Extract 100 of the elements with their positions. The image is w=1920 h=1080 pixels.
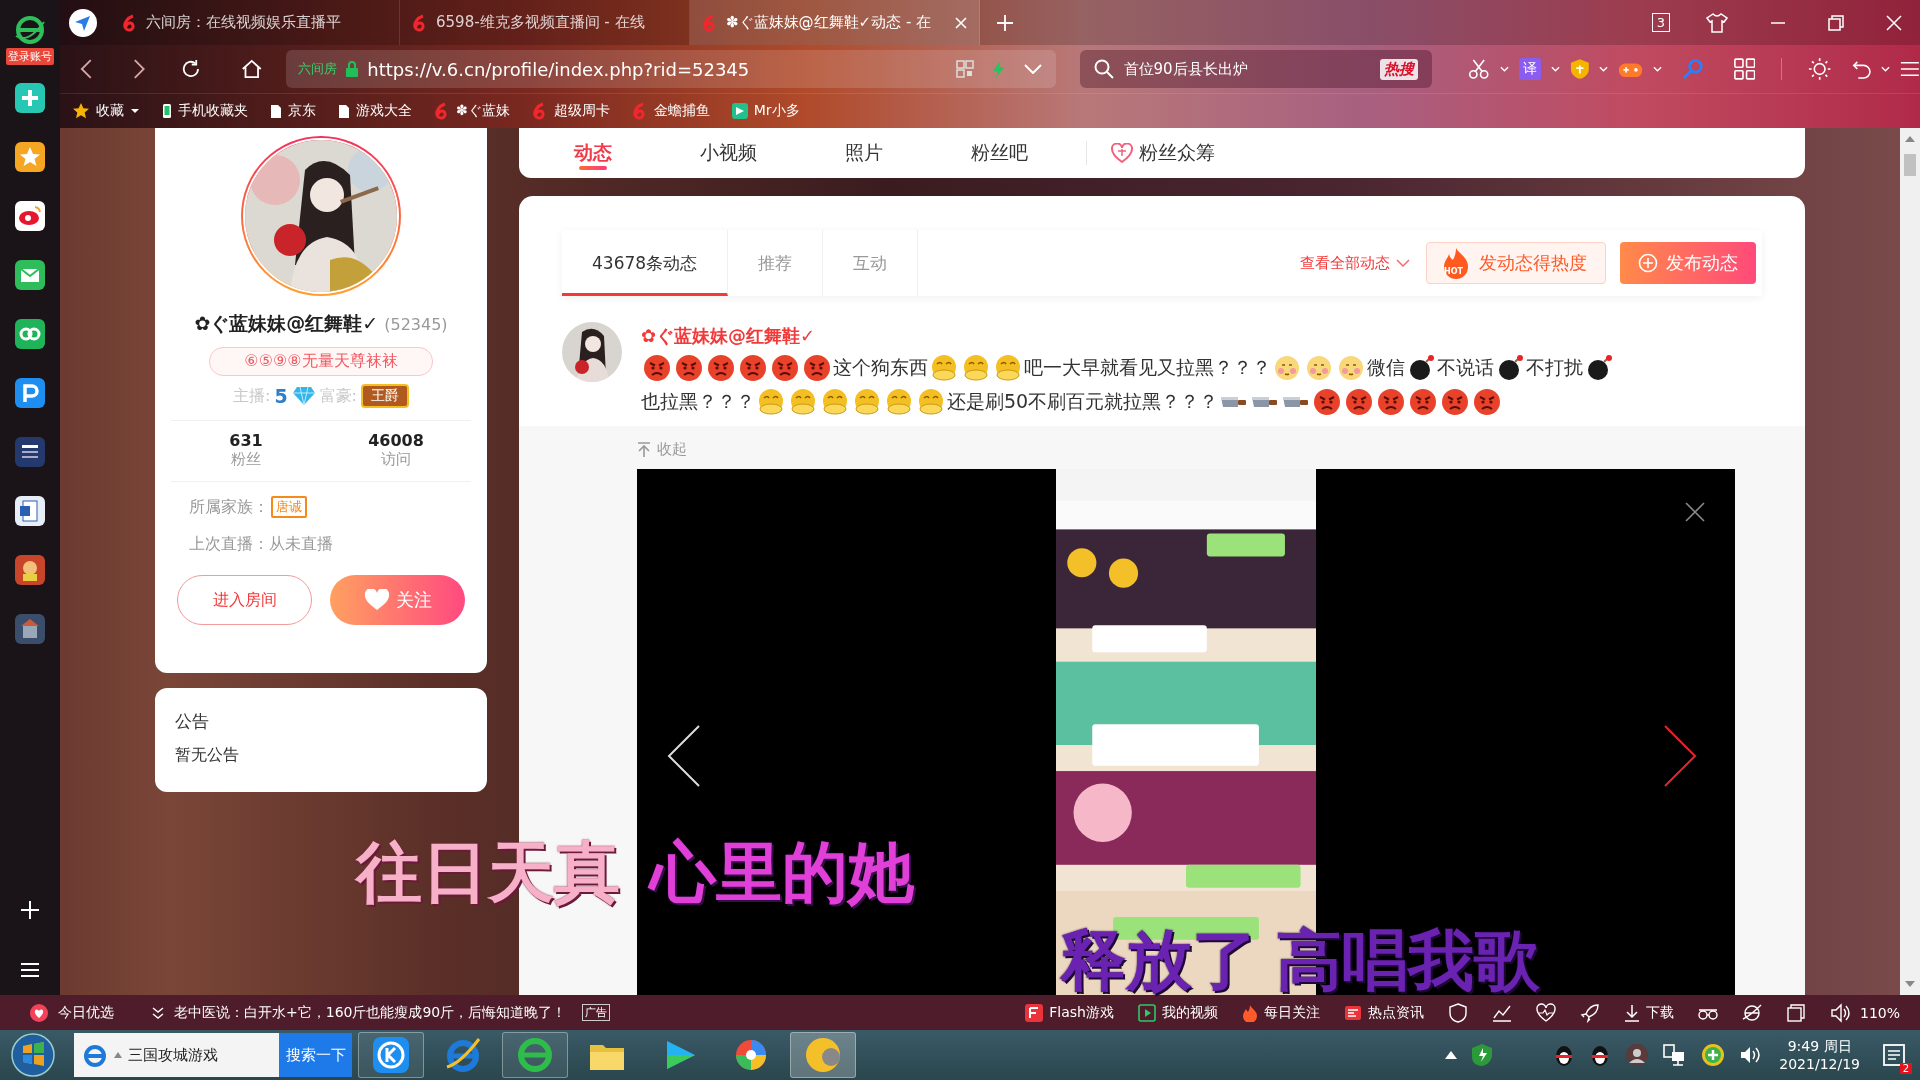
bookmark-item[interactable]: 手机收藏夹 [162, 102, 248, 120]
globe-browser-icon[interactable] [515, 1035, 555, 1075]
stat-value: 46008 [368, 431, 424, 450]
profile-nav-tab[interactable]: 粉丝吧 [971, 128, 1028, 178]
url-text[interactable]: https://v.6.cn/profile/index.php?rid=52345 [367, 58, 750, 80]
search-button[interactable]: 搜索一下 [279, 1033, 352, 1077]
profile-nav-tab[interactable]: 动态 [574, 128, 612, 178]
avatar-app-icon[interactable] [803, 1035, 843, 1075]
scroll-thumb[interactable] [1904, 154, 1916, 176]
status-link[interactable]: 每日关注 [1241, 1003, 1320, 1022]
back-icon[interactable] [80, 58, 93, 80]
avatar-icon[interactable] [1625, 1043, 1650, 1067]
bookmark-item[interactable]: 超级周卡 [531, 102, 610, 120]
browser-tab[interactable]: 6598-维克多视频直播间 - 在线 [400, 0, 690, 45]
bookmark-item[interactable]: ✽ぐ蓝妹 [434, 102, 510, 120]
zoom-level[interactable]: 110% [1859, 1004, 1900, 1021]
bookmark-item[interactable]: Mr小多 [731, 102, 800, 120]
loop-icon[interactable] [15, 319, 45, 349]
pick-label[interactable]: 今日优选 [58, 1003, 114, 1022]
status-link[interactable]: Flash游戏 [1025, 1003, 1114, 1022]
close-icon[interactable] [1685, 502, 1705, 522]
plus-badge-icon[interactable] [1701, 1043, 1726, 1067]
status-link[interactable]: 热点资讯 [1343, 1003, 1424, 1022]
cleaver-icon [1220, 396, 1248, 408]
angry-face-icon [1313, 388, 1342, 416]
bookmark-item[interactable]: 收藏 [72, 102, 140, 120]
profile-nav-tab[interactable]: 粉丝众筹 [1111, 128, 1215, 178]
status-link[interactable]: 我的视频 [1137, 1003, 1218, 1022]
forward-icon[interactable] [132, 58, 146, 80]
filter-dropdown[interactable]: 查看全部动态 [1300, 253, 1410, 273]
address-bar[interactable]: 六间房 https://v.6.cn/profile/index.php?rid=52345 [286, 50, 1056, 88]
shirt-icon[interactable] [1706, 12, 1728, 33]
browser-tab[interactable]: 六间房：在线视频娱乐直播平 [110, 0, 400, 45]
angry-face-icon [739, 354, 767, 382]
grid-icon[interactable] [1733, 57, 1756, 81]
news-icon[interactable] [15, 437, 45, 467]
bookmark-item[interactable]: 金蟾捕鱼 [631, 102, 710, 120]
new-tab-icon[interactable] [996, 13, 1014, 32]
previous-icon[interactable] [667, 724, 701, 788]
news-icon [1343, 1004, 1362, 1021]
ad-link[interactable]: 老中医说：白开水+它，160斤也能瘦成90斤，后悔知道晚了！ [174, 1003, 567, 1022]
tray-arrow-icon[interactable] [1445, 1051, 1458, 1059]
reload-icon[interactable] [181, 58, 201, 80]
browser-logo-icon[interactable] [14, 14, 46, 46]
navigation-icon[interactable] [68, 7, 98, 38]
ie-icon[interactable] [1741, 1002, 1762, 1023]
enter-room-button[interactable]: 进入房间 [177, 575, 312, 625]
home-icon[interactable] [240, 58, 263, 80]
account-label[interactable]: 登录账号 [6, 48, 54, 65]
start-icon[interactable] [10, 1032, 56, 1078]
scissors-icon[interactable] [1468, 58, 1490, 80]
k-app-icon[interactable] [371, 1035, 411, 1075]
translate-button[interactable]: 译 [1518, 58, 1541, 80]
speaker-icon[interactable] [1829, 1002, 1850, 1023]
caret-icon[interactable] [1550, 66, 1560, 72]
browser-tab[interactable]: ✽ぐ蓝妹妹@红舞鞋✓动态 - 在 [690, 0, 980, 45]
bookmark-item[interactable]: 京东 [270, 102, 316, 120]
clock-date[interactable]: 2021/12/19 [1779, 1056, 1860, 1072]
rocket-icon[interactable] [1579, 1002, 1600, 1023]
scroll-up-icon[interactable] [1905, 136, 1915, 142]
search-field[interactable]: 首位90后县长出炉 热搜 [1079, 50, 1433, 88]
next-icon[interactable] [1663, 724, 1697, 788]
plus-app-icon[interactable] [15, 83, 45, 113]
angry-face-icon [675, 354, 703, 382]
character-icon[interactable] [15, 555, 45, 585]
trending-badge[interactable]: 热搜 [1380, 58, 1419, 80]
chevron-icon[interactable] [1023, 64, 1042, 74]
profile-nav-tab[interactable]: 小视频 [700, 128, 757, 178]
profile-nav-tab[interactable]: 照片 [845, 128, 883, 178]
window-icon[interactable] [1785, 1002, 1806, 1023]
caret-icon[interactable] [1499, 66, 1509, 72]
shield-icon[interactable] [1447, 1002, 1468, 1023]
search-field[interactable]: 三国攻城游戏 [74, 1033, 279, 1077]
heartbeat-icon[interactable] [1535, 1002, 1556, 1023]
caret-icon[interactable] [1881, 66, 1891, 72]
add-icon[interactable] [19, 899, 41, 921]
qr-icon[interactable] [955, 60, 974, 78]
menu-icon[interactable] [1900, 60, 1920, 78]
caret-icon[interactable] [1653, 66, 1663, 72]
post-author[interactable]: ✿ぐ蓝妹妹@红舞鞋✓ [641, 324, 1762, 348]
stat-label: 粉丝 [231, 450, 261, 469]
feed-tab[interactable]: 43678条动态 [562, 230, 729, 296]
scrollbar[interactable] [1900, 128, 1920, 995]
download-link[interactable]: 下载 [1623, 1003, 1674, 1022]
document-icon[interactable] [15, 496, 45, 526]
scroll-down-icon[interactable] [1905, 981, 1915, 987]
restore-icon[interactable] [1828, 14, 1844, 31]
mail-icon[interactable] [15, 260, 45, 290]
bookmark-item[interactable]: 游戏大全 [338, 102, 412, 120]
clock-time[interactable]: 9:49 周日 [1787, 1038, 1852, 1056]
flame-icon [1241, 1003, 1258, 1022]
shield-icon[interactable] [1471, 1043, 1494, 1067]
sun-icon[interactable] [1808, 56, 1832, 82]
tab-count[interactable]: 3 [1651, 13, 1670, 32]
app-icon [731, 103, 748, 119]
angry-face-icon [1377, 388, 1406, 416]
caret-icon[interactable] [1599, 66, 1609, 72]
blushing-face-icon [1305, 354, 1333, 382]
list-icon[interactable] [20, 961, 40, 979]
eye-icon[interactable] [15, 201, 45, 231]
